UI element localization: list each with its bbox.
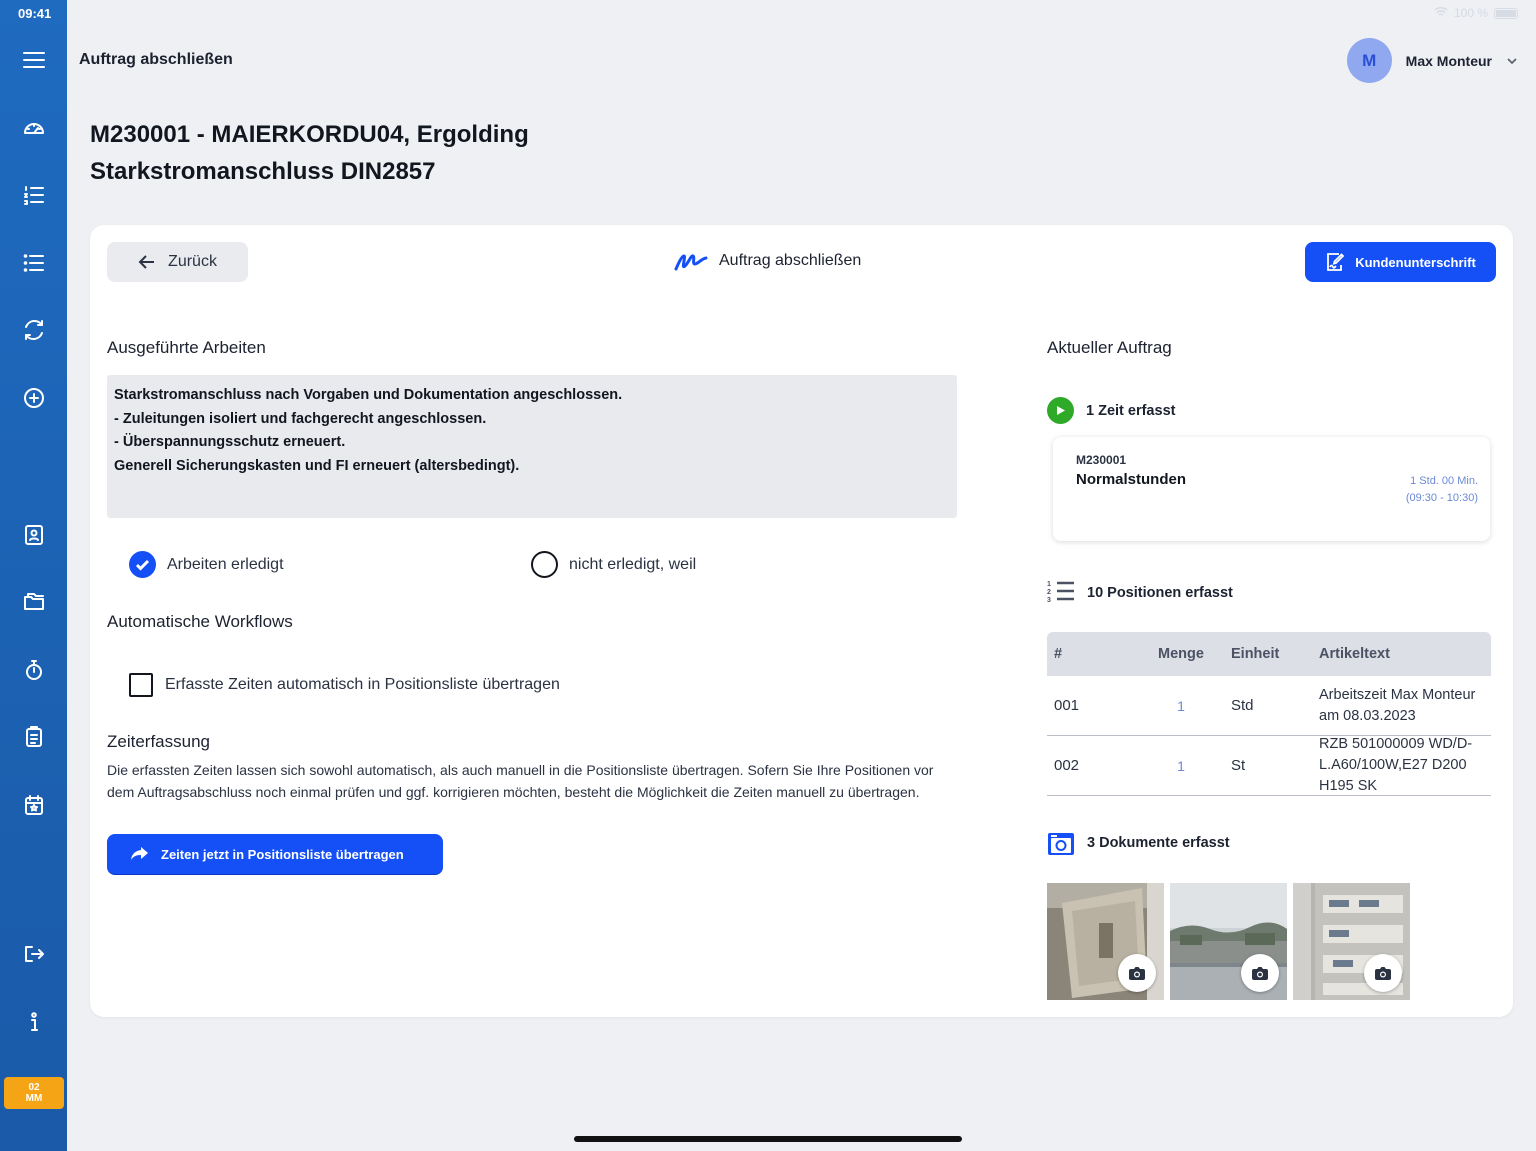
- sign-document-icon: [1327, 253, 1345, 271]
- time-entry-range: (09:30 - 10:30): [1405, 492, 1478, 504]
- work-heading: Ausgeführte Arbeiten: [107, 338, 266, 357]
- version-badge-line2: MM: [25, 1093, 43, 1104]
- dashboard-icon[interactable]: [17, 111, 51, 145]
- time-entry-card[interactable]: M230001 Normalstunden 1 Std. 00 Min. (09…: [1053, 437, 1490, 541]
- radio-work-done-label: Arbeiten erledigt: [167, 555, 284, 573]
- radio-checked-icon: [129, 551, 156, 578]
- card-title: Auftrag abschließen: [673, 247, 861, 275]
- radio-work-not-done-label: nicht erledigt, weil: [569, 555, 697, 573]
- column-header-unit: Einheit: [1231, 646, 1280, 662]
- checkbox-box: [129, 673, 153, 697]
- page-title: M230001 - MAIERKORDU04, Ergolding Starks…: [90, 116, 529, 190]
- positions-recorded[interactable]: 123 10 Positionen erfasst: [1047, 579, 1233, 607]
- play-icon: [1047, 397, 1074, 424]
- positions-table: # Menge Einheit Artikeltext 001 1 Std Ar…: [1047, 632, 1491, 796]
- cell-number: 001: [1054, 697, 1080, 714]
- cell-article: Arbeitszeit Max Monteur am 08.03.2023: [1319, 686, 1476, 724]
- svg-text:3: 3: [1047, 597, 1051, 603]
- auto-transfer-checkbox[interactable]: Erfasste Zeiten automatisch in Positions…: [129, 673, 560, 697]
- page-title-line2: Starkstromanschluss DIN2857: [90, 158, 436, 185]
- contacts-icon[interactable]: [17, 518, 51, 552]
- time-tracking-description: Die erfassten Zeiten lassen sich sowohl …: [107, 762, 934, 800]
- customer-signature-button[interactable]: Kundenunterschrift: [1305, 242, 1496, 282]
- time-entry-duration: 1 Std. 00 Min. (09:30 - 10:30): [1406, 473, 1478, 507]
- positions-recorded-label: 10 Positionen erfasst: [1087, 585, 1233, 601]
- document-thumbnail[interactable]: [1170, 883, 1287, 1000]
- column-header-number: #: [1054, 646, 1063, 662]
- times-recorded-label: 1 Zeit erfasst: [1086, 402, 1176, 419]
- time-tracking-heading: Zeiterfassung: [107, 732, 210, 751]
- auto-transfer-label: Erfasste Zeiten automatisch in Positions…: [165, 676, 560, 693]
- chevron-down-icon: [1507, 57, 1517, 64]
- avatar: M: [1346, 38, 1392, 83]
- table-row[interactable]: 001 1 Std Arbeitszeit Max Monteur am 08.…: [1047, 676, 1491, 736]
- signature-icon: [674, 254, 708, 271]
- page-title-line1: M230001 - MAIERKORDU04, Ergolding: [90, 121, 529, 148]
- share-forward-icon: [131, 847, 148, 860]
- status-time: 09:41: [18, 6, 52, 21]
- wifi-icon: [1434, 6, 1448, 20]
- svg-text:1: 1: [1047, 581, 1051, 588]
- info-icon[interactable]: [17, 1005, 51, 1039]
- calendar-icon[interactable]: [17, 788, 51, 822]
- radio-work-not-done[interactable]: nicht erledigt, weil: [531, 551, 696, 578]
- sidebar: 09:41 02 MM: [0, 0, 67, 1151]
- user-menu[interactable]: M Max Monteur: [1346, 38, 1518, 83]
- cell-quantity: 1: [1177, 757, 1185, 774]
- home-indicator: [574, 1136, 962, 1142]
- camera-icon: [1118, 954, 1156, 992]
- documents-recorded[interactable]: 3 Dokumente erfasst: [1047, 830, 1230, 856]
- camera-icon: [1364, 954, 1402, 992]
- numbered-list-icon: 123: [1047, 579, 1075, 607]
- folder-icon[interactable]: [17, 585, 51, 619]
- list-icon[interactable]: [17, 246, 51, 280]
- work-description-field[interactable]: Starkstromanschluss nach Vorgaben und Do…: [107, 375, 957, 518]
- camera-icon: [1241, 954, 1279, 992]
- document-thumbnail[interactable]: [1047, 883, 1164, 1000]
- customer-signature-label: Kundenunterschrift: [1355, 254, 1476, 270]
- current-order-heading: Aktueller Auftrag: [1047, 338, 1172, 357]
- time-entry-duration-value: 1 Std. 00 Min.: [1410, 475, 1478, 487]
- table-header: # Menge Einheit Artikeltext: [1047, 632, 1491, 676]
- card-title-text: Auftrag abschließen: [719, 252, 862, 269]
- cell-unit: Std: [1231, 697, 1254, 714]
- sync-icon[interactable]: [17, 313, 51, 347]
- menu-icon[interactable]: [17, 43, 51, 77]
- header-title: Auftrag abschließen: [79, 51, 233, 68]
- radio-work-done[interactable]: Arbeiten erledigt: [129, 551, 284, 578]
- camera-document-icon: [1048, 833, 1074, 855]
- back-button[interactable]: Zurück: [107, 242, 248, 282]
- logout-icon[interactable]: [17, 937, 51, 971]
- battery-icon: [1494, 7, 1518, 19]
- stopwatch-icon[interactable]: [17, 653, 51, 687]
- column-header-article: Artikeltext: [1319, 645, 1390, 662]
- numbered-list-icon[interactable]: [17, 178, 51, 212]
- documents-recorded-label: 3 Dokumente erfasst: [1087, 835, 1230, 851]
- cell-quantity: 1: [1177, 697, 1185, 714]
- column-header-quantity: Menge: [1158, 646, 1204, 662]
- user-name: Max Monteur: [1405, 52, 1492, 69]
- table-row[interactable]: 002 1 St RZB 501000009 WD/D-L.A60/100W,E…: [1047, 736, 1491, 796]
- clipboard-icon[interactable]: [17, 720, 51, 754]
- add-circle-icon[interactable]: [17, 381, 51, 415]
- order-completion-card: Zurück Auftrag abschließen Kundenuntersc…: [90, 225, 1513, 1017]
- radio-unchecked-icon: [531, 551, 558, 578]
- version-badge-line1: 02: [28, 1082, 40, 1093]
- time-entry-code: M230001: [1076, 453, 1127, 467]
- battery-text: 100 %: [1453, 6, 1488, 20]
- arrow-left-icon: [138, 255, 155, 269]
- svg-text:2: 2: [1047, 589, 1051, 596]
- times-recorded[interactable]: 1 Zeit erfasst: [1047, 397, 1175, 424]
- status-indicators: 100 %: [1434, 6, 1518, 20]
- cell-number: 002: [1054, 757, 1080, 774]
- transfer-times-label: Zeiten jetzt in Positionsliste übertrage…: [161, 846, 404, 862]
- back-button-label: Zurück: [168, 253, 217, 270]
- document-thumbnail[interactable]: [1293, 883, 1410, 1000]
- cell-article: RZB 501000009 WD/D-L.A60/100W,E27 D200 H…: [1319, 736, 1473, 794]
- cell-unit: St: [1231, 757, 1246, 774]
- version-badge: 02 MM: [4, 1077, 64, 1109]
- workflow-heading: Automatische Workflows: [107, 612, 293, 631]
- time-entry-name: Normalstunden: [1076, 471, 1187, 488]
- transfer-times-button[interactable]: Zeiten jetzt in Positionsliste übertrage…: [107, 834, 443, 874]
